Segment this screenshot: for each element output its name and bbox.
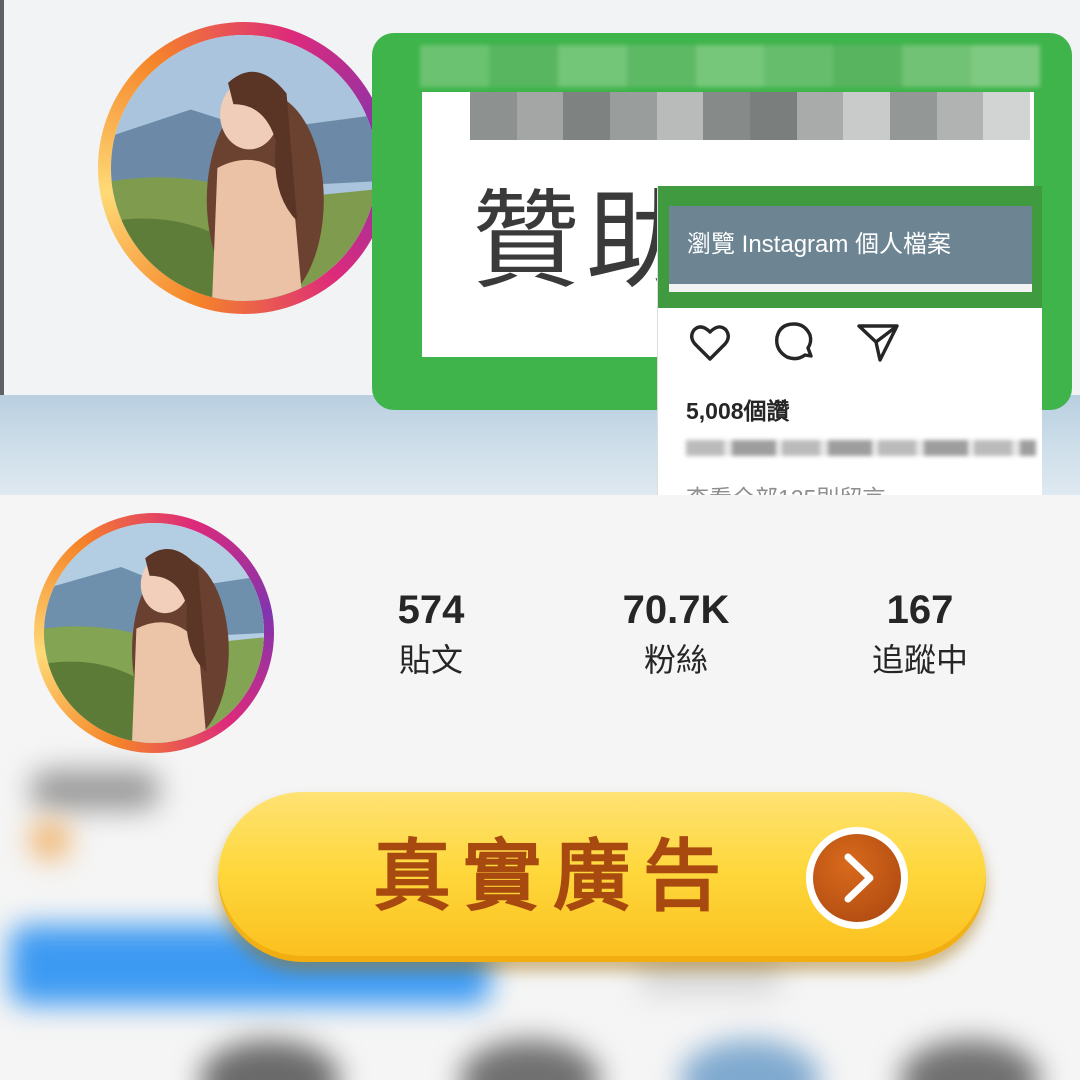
blurred-caption: [686, 440, 1036, 456]
stat-label: 貼文: [398, 642, 463, 678]
banner-underline: [669, 284, 1032, 292]
stat-value: 574: [397, 588, 465, 632]
sponsored-post-screenshot: 贊助 瀏覽 Instagram 個人檔案 5,008個讚 查看全部125則留言: [0, 0, 1080, 495]
stat-label: 追蹤中: [871, 642, 968, 678]
view-profile-button[interactable]: 瀏覽 Instagram 個人檔案: [669, 206, 1032, 284]
view-comments-link[interactable]: 查看全部125則留言: [686, 479, 885, 495]
like-count[interactable]: 5,008個讚: [686, 392, 790, 426]
stat-following[interactable]: 167 追蹤中: [820, 587, 1020, 679]
heart-icon[interactable]: [686, 318, 734, 366]
avatar-photo: [111, 35, 377, 301]
profile-avatar[interactable]: [44, 523, 264, 743]
real-ad-button[interactable]: 真實廣告: [218, 792, 986, 962]
stat-posts[interactable]: 574 貼文: [331, 587, 531, 679]
post-card: 瀏覽 Instagram 個人檔案 5,008個讚 查看全部125則留言: [657, 186, 1042, 495]
chevron-right-icon: [806, 827, 908, 929]
blurred-highlight-1: [200, 1040, 340, 1080]
stat-followers[interactable]: 70.7K 粉絲: [576, 587, 776, 679]
blurred-name: [30, 770, 160, 810]
cta-label: 真實廣告: [373, 832, 734, 922]
stat-value: 70.7K: [622, 588, 730, 632]
blurred-emoji: [30, 820, 70, 860]
pixelated-account-name: [420, 45, 1041, 87]
sponsored-label: 贊助: [472, 188, 662, 296]
profile-avatar-photo: [44, 523, 264, 743]
story-ring: [98, 22, 390, 314]
post-actions: [686, 318, 902, 368]
profile-screenshot: 574 貼文 70.7K 粉絲 167 追蹤中 真實廣告: [0, 495, 1080, 1080]
blurred-highlight-2: [460, 1040, 600, 1080]
profile-story-ring: [34, 513, 274, 753]
share-icon[interactable]: [854, 318, 902, 366]
blurred-highlight-4: [900, 1040, 1040, 1080]
avatar[interactable]: [111, 35, 377, 301]
stat-label: 粉絲: [643, 642, 708, 678]
pixelated-username: [470, 92, 1031, 140]
comment-icon[interactable]: [770, 318, 818, 366]
stat-value: 167: [886, 588, 954, 632]
blurred-highlight-3: [680, 1040, 820, 1080]
